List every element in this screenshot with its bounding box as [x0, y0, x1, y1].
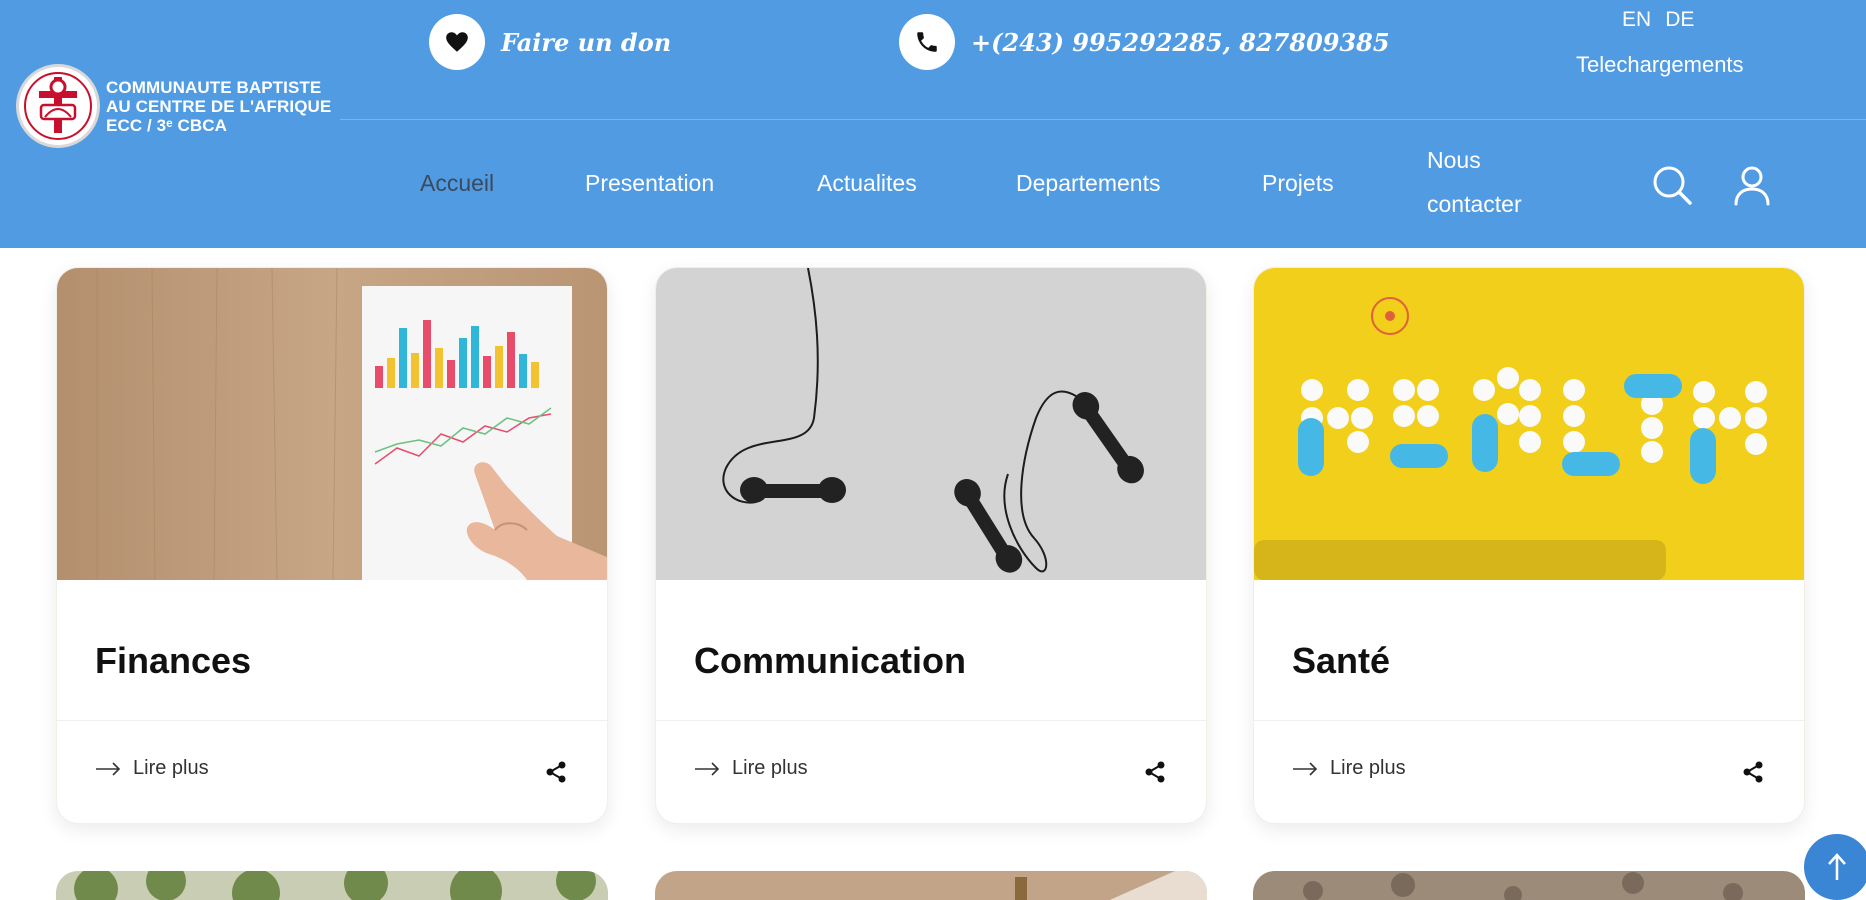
arrow-right-icon — [694, 761, 720, 776]
site-logo[interactable]: COMMUNAUTE BAPTISTE AU CENTRE DE L'AFRIQ… — [16, 60, 356, 152]
department-card-peek[interactable] — [56, 871, 608, 900]
phone-link[interactable]: +(243) 995292285, 827809385 — [899, 14, 1390, 70]
user-icon[interactable] — [1729, 162, 1775, 208]
language-switcher: EN DE — [1622, 8, 1694, 32]
read-more-label: Lire plus — [133, 757, 209, 779]
share-icon[interactable] — [1740, 759, 1766, 785]
logo-line: AU CENTRE DE L'AFRIQUE — [106, 96, 332, 116]
phone-number: +(243) 995292285, 827809385 — [971, 27, 1390, 57]
logo-line: COMMUNAUTE BAPTISTE — [106, 77, 322, 97]
department-card-peek[interactable] — [1253, 871, 1805, 900]
read-more-link[interactable]: Lire plus — [694, 757, 808, 780]
nav-item-presentation[interactable]: Presentation — [585, 170, 714, 197]
read-more-link[interactable]: Lire plus — [1292, 757, 1406, 780]
topbar-divider — [340, 119, 1866, 120]
card-footer: Lire plus — [57, 721, 607, 823]
back-to-top-button[interactable] — [1804, 834, 1866, 900]
downloads-link[interactable]: Telechargements — [1576, 52, 1744, 78]
department-card-sante[interactable]: Santé Lire plus — [1253, 267, 1805, 824]
nav-item-accueil[interactable]: Accueil — [420, 170, 494, 197]
card-footer: Lire plus — [656, 721, 1206, 823]
read-more-label: Lire plus — [732, 757, 808, 779]
card-footer: Lire plus — [1254, 721, 1804, 823]
nav-item-departements[interactable]: Departements — [1016, 170, 1160, 197]
church-cross-logo-icon — [16, 64, 100, 148]
logo-line: ECC / 3ᵉ CBCA — [106, 115, 228, 135]
card-title: Communication — [694, 640, 967, 681]
search-icon[interactable] — [1649, 162, 1695, 208]
card-title: Finances — [95, 640, 252, 681]
arrow-right-icon — [95, 761, 121, 776]
telephone-receivers-photo — [656, 268, 1206, 580]
share-icon[interactable] — [1142, 759, 1168, 785]
arrow-up-icon — [1828, 853, 1846, 880]
nav-item-contact[interactable]: Nous contacter — [1427, 138, 1567, 226]
finance-chart-photo — [57, 268, 607, 580]
read-more-label: Lire plus — [1330, 757, 1406, 779]
heart-icon — [429, 14, 485, 70]
nav-item-actualites[interactable]: Actualites — [817, 170, 917, 197]
donate-link[interactable]: Faire un don — [429, 14, 671, 70]
nav-item-projets[interactable]: Projets — [1262, 170, 1334, 197]
share-icon[interactable] — [543, 759, 569, 785]
lang-en[interactable]: EN — [1622, 8, 1651, 32]
lang-de[interactable]: DE — [1665, 8, 1694, 32]
donate-label: Faire un don — [501, 27, 672, 57]
phone-icon — [899, 14, 955, 70]
department-card-finances[interactable]: Finances Lire plus — [56, 267, 608, 824]
department-card-peek[interactable] — [655, 871, 1207, 900]
department-card-communication[interactable]: Communication Lire plus — [655, 267, 1207, 824]
logo-text: COMMUNAUTE BAPTISTE AU CENTRE DE L'AFRIQ… — [106, 78, 331, 135]
site-header: COMMUNAUTE BAPTISTE AU CENTRE DE L'AFRIQ… — [0, 0, 1866, 248]
card-title: Santé — [1292, 640, 1391, 681]
arrow-right-icon — [1292, 761, 1318, 776]
main-nav: Accueil Presentation Actualites Departem… — [0, 140, 1866, 230]
health-pills-photo — [1254, 268, 1804, 580]
read-more-link[interactable]: Lire plus — [95, 757, 209, 780]
